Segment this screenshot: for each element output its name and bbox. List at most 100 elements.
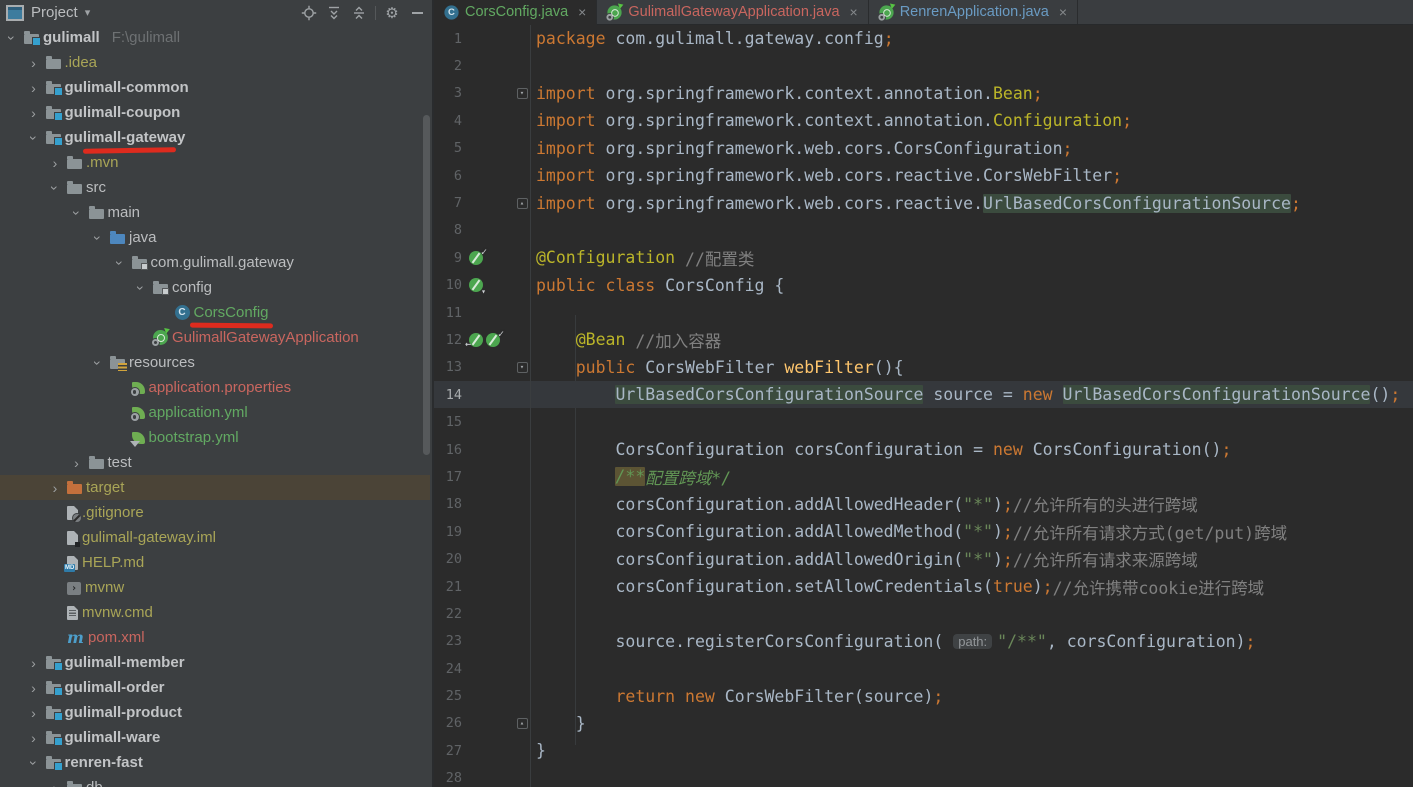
tree-item-gulimall-gateway[interactable]: › gulimall-gateway [0, 125, 430, 154]
fold-collapse-icon[interactable]: ▾ [516, 361, 528, 373]
code-line-19[interactable]: 19 corsConfiguration.addAllowedMethod("*… [434, 518, 1413, 546]
code-line-5[interactable]: 5 import org.springframework.web.cors.Cor… [434, 134, 1413, 162]
tab-RenrenApplication.java[interactable]: RenrenApplication.java × [869, 0, 1079, 24]
code-line-11[interactable]: 11 [434, 298, 1413, 327]
chevron-down-icon[interactable]: ▾ [85, 6, 91, 19]
tree-item-gulimall-common[interactable]: › gulimall-common [0, 75, 430, 100]
tree-item-resources[interactable]: › resources [0, 350, 430, 375]
code-line-18[interactable]: 18 corsConfiguration.addAllowedHeader("*… [434, 490, 1413, 519]
code-line-2[interactable]: 2 [434, 52, 1413, 80]
chevron-expanded-icon[interactable]: › [47, 180, 63, 196]
code-editor[interactable]: 1 package com.gulimall.gateway.config; 2 3 ▾… [434, 25, 1413, 787]
code-line-25[interactable]: 25 return new CorsWebFilter(source); [434, 682, 1413, 710]
code-line-9[interactable]: 9 ✓ @Configuration //配置类 [434, 244, 1413, 272]
chevron-collapsed-icon[interactable]: › [26, 656, 42, 670]
chevron-expanded-icon[interactable]: › [90, 355, 106, 371]
collapse-all-icon[interactable] [350, 4, 368, 22]
code-line-7[interactable]: 7 ▴ import org.springframework.web.cors.re… [434, 189, 1413, 217]
tab-GulimallGatewayApplication.java[interactable]: GulimallGatewayApplication.java × [597, 0, 869, 24]
bean-nav-icon[interactable]: ▾ [469, 278, 486, 296]
chevron-expanded-icon[interactable]: › [26, 130, 42, 146]
code-line-8[interactable]: 8 [434, 216, 1413, 245]
fold-collapse-icon[interactable]: ▾ [516, 87, 528, 99]
tree-item-gulimall[interactable]: › gulimall F:\gulimall [0, 25, 430, 50]
tree-item-java[interactable]: › java [0, 225, 430, 250]
code-line-21[interactable]: 21 corsConfiguration.setAllowCredentials… [434, 572, 1413, 601]
tree-item-gulimall-gateway.iml[interactable]: gulimall-gateway.iml [0, 525, 430, 550]
tree-item-mvnw[interactable]: › mvnw [0, 575, 430, 600]
tree-item-gulimall-product[interactable]: › gulimall-product [0, 700, 430, 725]
code-line-27[interactable]: 27} [434, 737, 1413, 765]
tree-item-bootstrap.yml[interactable]: bootstrap.yml [0, 425, 430, 450]
tree-item-application.properties[interactable]: application.properties [0, 375, 430, 400]
tree-item-mvnw.cmd[interactable]: mvnw.cmd [0, 600, 430, 625]
chevron-expanded-icon[interactable]: › [90, 230, 106, 246]
tree-item-gulimall-ware[interactable]: › gulimall-ware [0, 725, 430, 750]
fold-end-icon[interactable]: ▴ [516, 717, 528, 729]
chevron-collapsed-icon[interactable]: › [47, 481, 63, 495]
bean-arrow-icon[interactable]: ← [465, 332, 483, 350]
code-line-14[interactable]: 14 UrlBasedCorsConfigurationSource sourc… [434, 381, 1413, 409]
locate-file-icon[interactable] [300, 4, 318, 22]
chevron-collapsed-icon[interactable]: › [26, 106, 42, 120]
code-line-12[interactable]: 12 ← ✓ @Bean //加入容器 [434, 326, 1413, 354]
code-line-26[interactable]: 26 ▴ } [434, 709, 1413, 738]
code-line-28[interactable]: 28 [434, 764, 1413, 787]
close-tab-icon[interactable]: × [850, 4, 858, 20]
fold-end-icon[interactable]: ▴ [516, 197, 528, 209]
chevron-collapsed-icon[interactable]: › [69, 456, 85, 470]
chevron-expanded-icon[interactable]: › [133, 280, 149, 296]
chevron-collapsed-icon[interactable]: › [26, 681, 42, 695]
code-line-24[interactable]: 24 [434, 654, 1413, 683]
tree-item-gulimall-order[interactable]: › gulimall-order [0, 675, 430, 700]
tree-item-com.gulimall.gateway[interactable]: › com.gulimall.gateway [0, 250, 430, 275]
chevron-expanded-icon[interactable]: › [4, 30, 20, 46]
chevron-collapsed-icon[interactable]: › [47, 156, 63, 170]
chevron-expanded-icon[interactable]: › [112, 255, 128, 271]
code-line-17[interactable]: 17 /** 配置跨域*/ [434, 463, 1413, 491]
tree-item-pom.xml[interactable]: m pom.xml [0, 625, 430, 650]
tree-item-.mvn[interactable]: › .mvn [0, 150, 430, 175]
code-line-6[interactable]: 6 import org.springframework.web.cors.rea… [434, 161, 1413, 190]
chevron-expanded-icon[interactable]: › [26, 755, 42, 771]
chevron-collapsed-icon[interactable]: › [26, 731, 42, 745]
tree-item-gulimall-coupon[interactable]: › gulimall-coupon [0, 100, 430, 125]
tree-item-CorsConfig[interactable]: C CorsConfig [0, 300, 430, 329]
code-line-16[interactable]: 16 CorsConfiguration corsConfiguration =… [434, 435, 1413, 464]
code-line-15[interactable]: 15 [434, 408, 1413, 436]
tree-item-.idea[interactable]: › .idea [0, 50, 430, 75]
chevron-collapsed-icon[interactable]: › [26, 706, 42, 720]
code-line-10[interactable]: 10 ▾ public class CorsConfig { [434, 271, 1413, 299]
tab-CorsConfig.java[interactable]: C CorsConfig.java × [434, 0, 598, 25]
tree-item-db[interactable]: › db [0, 775, 430, 787]
code-line-23[interactable]: 23 source.registerCorsConfiguration( pat… [434, 627, 1413, 655]
tree-item-test[interactable]: › test [0, 450, 430, 475]
code-line-13[interactable]: 13 ▾ public CorsWebFilter webFilter(){ [434, 353, 1413, 382]
code-line-3[interactable]: 3 ▾ import org.springframework.context.ann… [434, 79, 1413, 108]
tree-item-HELP.md[interactable]: MD HELP.md [0, 550, 430, 575]
tree-scrollbar[interactable] [423, 115, 430, 455]
chevron-collapsed-icon[interactable]: › [26, 81, 42, 95]
chevron-collapsed-icon[interactable]: › [26, 56, 42, 70]
tree-item-config[interactable]: › config [0, 275, 430, 300]
tree-item-.gitignore[interactable]: .gitignore [0, 500, 430, 525]
bean-check-icon[interactable]: ✓ [469, 247, 487, 265]
tree-item-renren-fast[interactable]: › renren-fast [0, 750, 430, 775]
tree-item-application.yml[interactable]: application.yml [0, 400, 430, 425]
tree-item-main[interactable]: › main [0, 200, 430, 225]
chevron-expanded-icon[interactable]: › [69, 205, 85, 221]
code-line-1[interactable]: 1 package com.gulimall.gateway.config; [434, 25, 1413, 53]
expand-all-icon[interactable] [325, 4, 343, 22]
tree-item-src[interactable]: › src [0, 175, 430, 200]
bean-check-icon[interactable]: ✓ [486, 329, 504, 347]
code-line-20[interactable]: 20 corsConfiguration.addAllowedOrigin("*… [434, 545, 1413, 573]
settings-gear-icon[interactable]: ⚙ [383, 4, 401, 22]
close-tab-icon[interactable]: × [578, 4, 586, 20]
chevron-collapsed-icon[interactable]: › [47, 781, 63, 787]
close-tab-icon[interactable]: × [1059, 4, 1067, 20]
tree-item-GulimallGatewayApplication[interactable]: GulimallGatewayApplication [0, 325, 430, 350]
code-line-22[interactable]: 22 [434, 600, 1413, 628]
code-line-4[interactable]: 4 import org.springframework.context.anno… [434, 107, 1413, 135]
hide-panel-icon[interactable] [408, 4, 426, 22]
tree-item-target[interactable]: › target [0, 475, 430, 500]
